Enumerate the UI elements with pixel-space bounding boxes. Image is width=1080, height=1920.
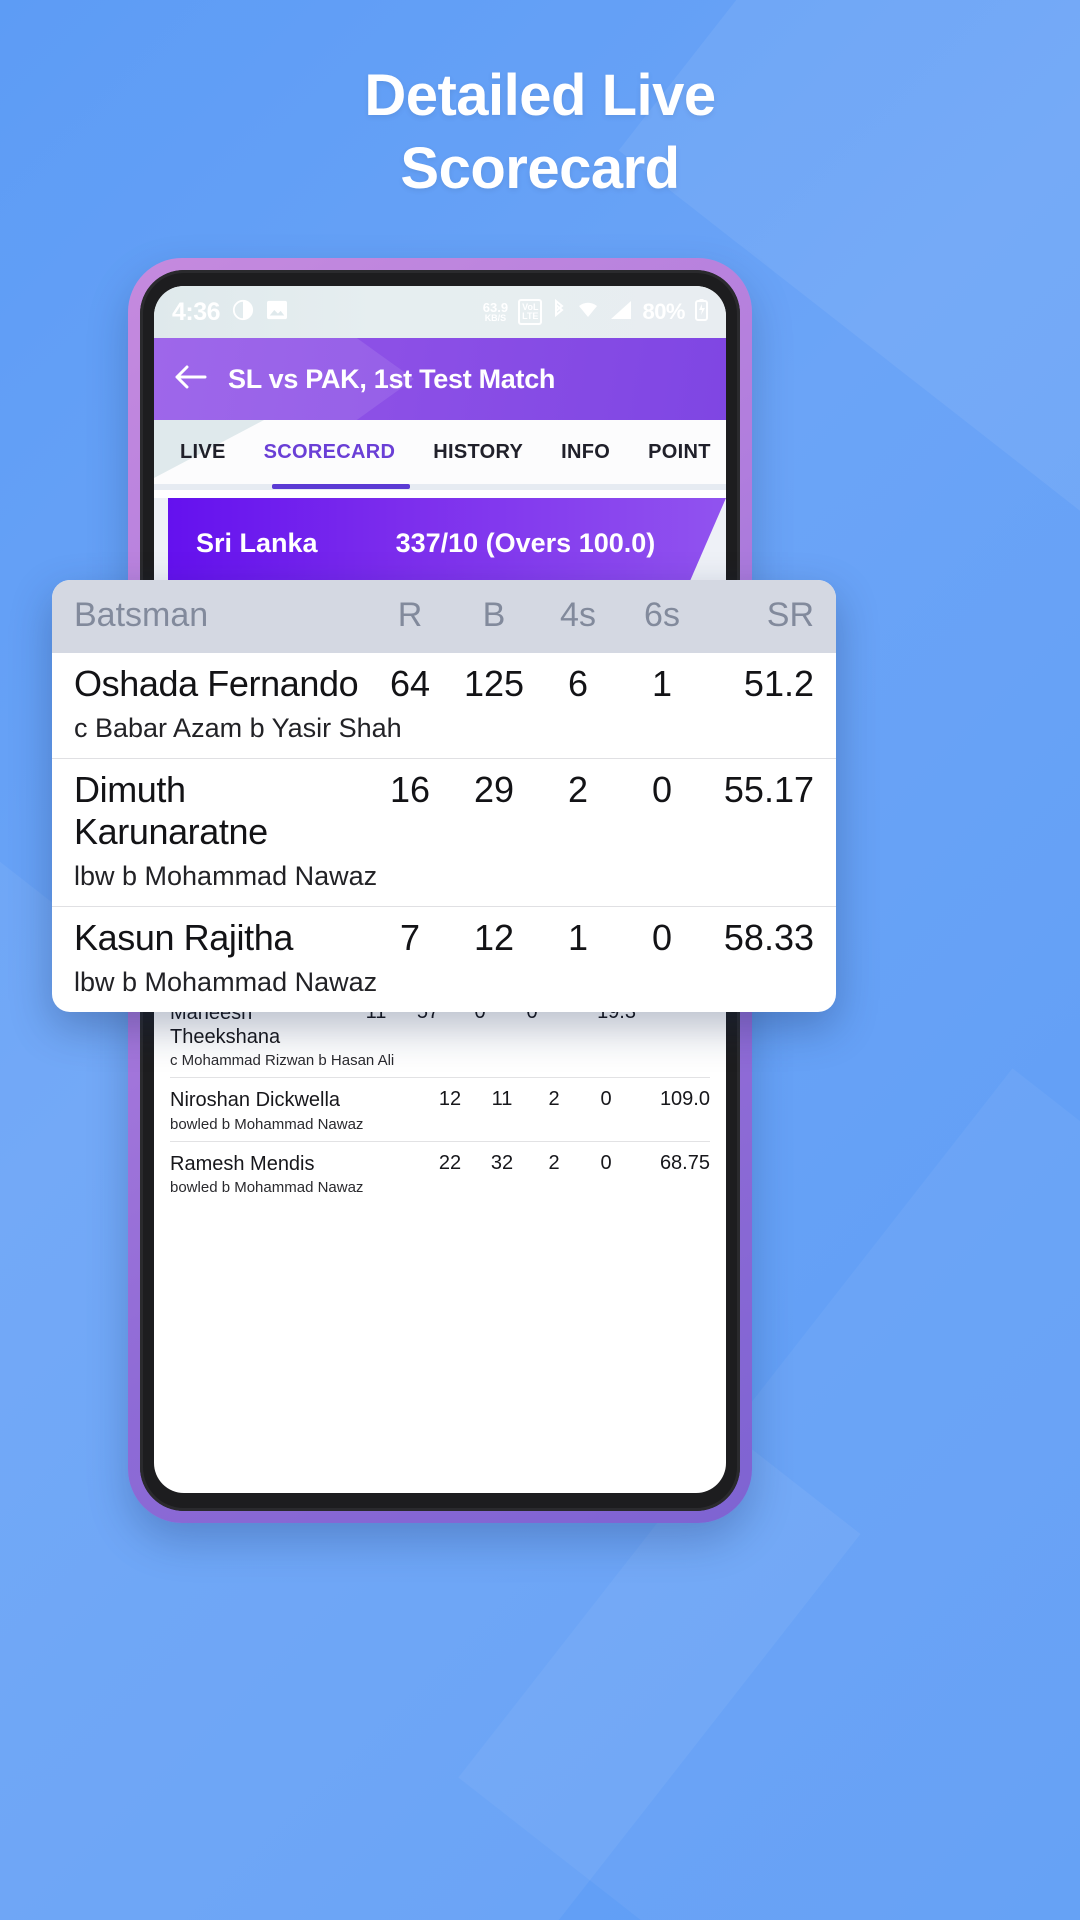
sixes-value: 0 [651,917,673,958]
balls-value: 32 [490,1151,514,1174]
status-time: 4:36 [172,297,221,326]
headline-line-1: Detailed Live [364,63,716,128]
strike-rate-value: 68.75 [659,1151,710,1174]
score-banner[interactable]: Sri Lanka 337/10 (Overs 100.0) [168,498,726,588]
balls-value: 125 [463,663,525,704]
runs-value: 12 [438,1088,462,1111]
scorecard-table-header: Batsman R B 4s 6s SR [52,580,836,653]
net-speed-icon: 63.9 KB/S [482,300,509,323]
magnified-scorecard-card: Batsman R B 4s 6s SR Oshada Fernando 64 … [52,580,836,1012]
row-main: Kasun Rajitha 7 12 1 0 58.33 [74,917,814,959]
row-main: Ramesh Mendis 22 32 2 0 68.75 [170,1152,710,1176]
column-header-runs: R [397,596,423,634]
strike-rate-value: 55.17 [723,769,814,810]
fours-value: 2 [567,769,589,810]
page-title: SL vs PAK, 1st Test Match [228,363,556,394]
fours-value: 2 [548,1151,560,1174]
tab-live[interactable]: LIVE [180,441,226,464]
volte-icon: VoL LTE [518,299,543,325]
balls-value: 12 [473,917,515,958]
dismissal-note: c Babar Azam b Yasir Shah [74,713,402,743]
signal-icon [610,300,632,325]
sixes-value: 0 [651,769,673,810]
table-row[interactable]: Niroshan Dickwella 12 11 2 0 109.0 bowle… [170,1078,710,1142]
strike-rate-value: 51.2 [743,663,814,704]
strike-rate-value: 109.0 [659,1088,710,1111]
score-team-name: Sri Lanka [196,527,318,558]
row-main: Dimuth Karunaratne 16 29 2 0 55.17 [74,769,814,853]
runs-value: 64 [389,663,431,704]
column-header-batsman: Batsman [74,596,209,634]
table-row[interactable]: Dimuth Karunaratne 16 29 2 0 55.17 lbw b… [52,759,836,907]
battery-icon [695,298,708,326]
promo-headline: Detailed Live Scorecard [0,60,1080,205]
fours-value: 2 [548,1088,560,1111]
batsman-name: Oshada Fernando [74,663,359,704]
tab-underline-row [154,484,726,490]
balls-value: 29 [473,769,515,810]
runs-value: 16 [389,769,431,810]
score-team-value: 337/10 (Overs 100.0) [395,527,656,558]
battery-percent: 80% [642,299,685,324]
column-header-fours: 4s [560,596,596,634]
dismissal-note: bowled b Mohammad Nawaz [170,1179,364,1197]
balls-value: 11 [491,1088,513,1111]
sixes-value: 0 [600,1151,612,1174]
batsman-name: Niroshan Dickwella [170,1089,341,1112]
dismissal-note: bowled b Mohammad Nawaz [170,1115,364,1133]
status-bar-right: 63.9 KB/S VoL LTE 80% [482,298,708,326]
table-row[interactable]: Kasun Rajitha 7 12 1 0 58.33 lbw b Moham… [52,907,836,1012]
tab-bar: LIVE SCORECARD HISTORY INFO POINT [154,420,726,490]
strike-rate-value: 58.33 [723,917,814,958]
dismissal-note: lbw b Mohammad Nawaz [74,861,378,891]
sixes-value: 0 [600,1088,612,1111]
fours-value: 1 [567,917,589,958]
app-bar: SL vs PAK, 1st Test Match [154,338,726,420]
dismissal-note: c Mohammad Rizwan b Hasan Ali [170,1052,395,1070]
headline-line-2: Scorecard [400,135,680,201]
column-header-sixes: 6s [644,596,680,634]
runs-value: 7 [399,917,421,958]
column-header-balls: B [482,596,506,634]
fours-value: 6 [567,663,589,704]
tab-point[interactable]: POINT [648,441,711,464]
browser-icon [232,299,254,326]
back-button[interactable] [154,364,228,395]
sixes-value: 1 [651,663,673,704]
back-arrow-icon [174,364,208,395]
dismissal-note: lbw b Mohammad Nawaz [74,967,378,997]
runs-value: 22 [438,1151,462,1174]
tab-scorecard[interactable]: SCORECARD [264,441,396,464]
batsman-name: Kasun Rajitha [74,917,293,958]
wifi-icon [576,300,600,325]
promo-page: Detailed Live Scorecard 4:36 63.9 KB/S V… [0,0,1080,1920]
column-header-strike-rate: SR [766,596,814,634]
gallery-icon [266,300,288,325]
row-main: Niroshan Dickwella 12 11 2 0 109.0 [170,1088,710,1112]
status-bar-left: 4:36 [172,298,288,327]
bluetooth-icon [552,298,566,326]
tab-active-indicator [272,484,410,489]
table-row[interactable]: Oshada Fernando 64 125 6 1 51.2 c Babar … [52,653,836,759]
row-main: Oshada Fernando 64 125 6 1 51.2 [74,663,814,705]
batsman-name: Ramesh Mendis [170,1152,315,1175]
tab-info[interactable]: INFO [561,441,610,464]
batsman-name: Dimuth Karunaratne [74,769,268,852]
table-row[interactable]: Ramesh Mendis 22 32 2 0 68.75 bowled b M… [170,1142,710,1204]
tab-history[interactable]: HISTORY [433,441,523,464]
score-banner-wrap: Sri Lanka 337/10 (Overs 100.0) [154,498,726,588]
status-bar: 4:36 63.9 KB/S VoL LTE 80% [154,286,726,338]
tab-list: LIVE SCORECARD HISTORY INFO POINT [154,420,726,484]
